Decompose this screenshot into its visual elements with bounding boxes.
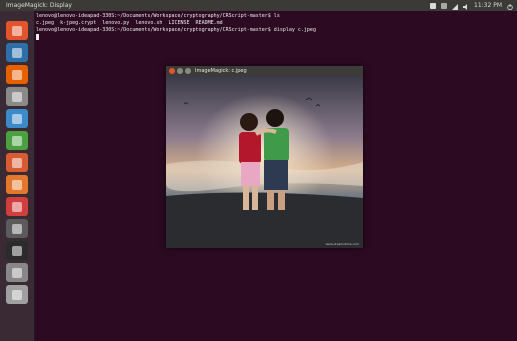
workspaces-icon xyxy=(12,267,22,278)
calc-icon xyxy=(12,135,22,146)
terminal-icon xyxy=(12,245,22,256)
dash-launcher-button[interactable] xyxy=(6,21,28,40)
top-panel: ImageMagick: Display 11:32 PM xyxy=(0,0,517,11)
amazon-icon xyxy=(12,201,22,212)
launcher xyxy=(0,11,35,341)
settings-icon xyxy=(12,223,22,234)
settings-launcher-button[interactable] xyxy=(6,219,28,238)
photo-watermark: www.dreamstime.com xyxy=(325,242,359,246)
network-icon[interactable] xyxy=(452,3,458,10)
files-launcher-button[interactable] xyxy=(6,43,28,62)
text-cursor xyxy=(36,34,39,40)
software-center-icon xyxy=(12,179,22,190)
trash-icon xyxy=(12,289,22,300)
volume-icon[interactable] xyxy=(463,3,469,10)
terminal-launcher-button[interactable] xyxy=(6,241,28,260)
power-icon[interactable] xyxy=(507,3,513,10)
impress-launcher-button[interactable] xyxy=(6,153,28,172)
amazon-launcher-button[interactable] xyxy=(6,197,28,216)
workspaces-launcher-button[interactable] xyxy=(6,263,28,282)
viewer-title: ImageMagick: c.jpeg xyxy=(195,68,247,74)
terminal-line: lenovo@lenovo-ideapad-330S:~/Documents/W… xyxy=(36,27,316,33)
trash-launcher-button[interactable] xyxy=(6,285,28,304)
dropbox-icon[interactable] xyxy=(430,2,436,9)
writer-launcher-button[interactable] xyxy=(6,109,28,128)
close-button[interactable] xyxy=(169,68,175,74)
clock[interactable]: 11:32 PM xyxy=(474,0,502,11)
system-tray: 11:32 PM xyxy=(430,0,513,11)
firefox-icon xyxy=(12,69,22,80)
image-viewer-window[interactable]: ImageMagick: c.jpeg www.dreamstime.com xyxy=(166,66,363,248)
firefox-launcher-button[interactable] xyxy=(6,65,28,84)
generic-app-launcher-button[interactable] xyxy=(6,87,28,106)
viewer-titlebar[interactable]: ImageMagick: c.jpeg xyxy=(166,66,363,76)
calc-launcher-button[interactable] xyxy=(6,131,28,150)
dash-icon xyxy=(12,25,22,36)
terminal-line: c.jpeg k-jpeg.crypt lenovo.py lenovo.sh … xyxy=(36,20,223,26)
generic-app-icon xyxy=(12,91,22,102)
maximize-button[interactable] xyxy=(185,68,191,74)
displayed-photo xyxy=(166,76,363,248)
keyboard-icon[interactable] xyxy=(441,2,447,9)
minimize-button[interactable] xyxy=(177,68,183,74)
terminal-line: lenovo@lenovo-ideapad-330S:~/Documents/W… xyxy=(36,13,280,19)
software-center-launcher-button[interactable] xyxy=(6,175,28,194)
writer-icon xyxy=(12,113,22,124)
files-icon xyxy=(12,47,22,58)
terminal-prompt[interactable] xyxy=(36,34,514,41)
impress-icon xyxy=(12,157,22,168)
active-window-title: ImageMagick: Display xyxy=(6,2,72,9)
